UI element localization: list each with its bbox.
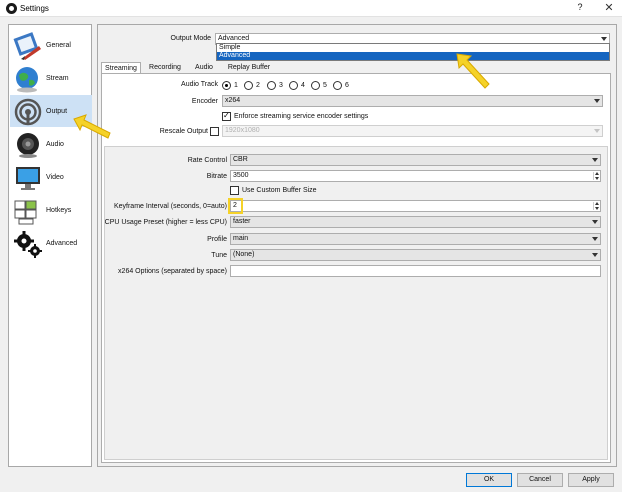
keyframe-interval-spinbox[interactable]: 2: [230, 200, 601, 212]
sidebar-item-label: Hotkeys: [46, 207, 72, 214]
sidebar-item-hotkeys[interactable]: Hotkeys: [10, 194, 92, 226]
encoder-settings-group: [104, 146, 608, 460]
encoder-value: x264: [225, 97, 241, 104]
rate-control-select[interactable]: CBR: [230, 154, 601, 166]
stream-globe-icon: [16, 67, 38, 93]
window-title: Settings: [20, 4, 49, 13]
enforce-encoder-label: Enforce streaming service encoder settin…: [234, 113, 369, 120]
audio-track-radio-3[interactable]: [267, 81, 276, 90]
gears-icon: [14, 231, 42, 258]
custom-buffer-checkbox[interactable]: [230, 186, 239, 195]
rate-control-label: Rate Control: [187, 157, 227, 164]
help-button[interactable]: ?: [574, 2, 586, 14]
sidebar-item-label: General: [46, 42, 71, 49]
bitrate-label: Bitrate: [206, 173, 227, 180]
sidebar-item-video[interactable]: Video: [10, 161, 92, 193]
sidebar-item-general[interactable]: General: [10, 29, 92, 61]
chevron-down-icon: [592, 220, 598, 224]
audio-track-label: Audio Track: [181, 81, 218, 88]
rate-control-value: CBR: [233, 156, 248, 163]
ok-button[interactable]: OK: [466, 473, 512, 487]
encoder-select[interactable]: x264: [222, 95, 603, 107]
bitrate-spinbox[interactable]: 3500: [230, 170, 601, 182]
apply-button[interactable]: Apply: [568, 473, 614, 487]
tune-label: Tune: [211, 252, 227, 259]
audio-track-label-3: 3: [279, 82, 283, 89]
sidebar-item-label: Output: [46, 108, 68, 115]
rescale-resolution-value: 1920x1080: [225, 127, 260, 134]
rescale-output-checkbox[interactable]: [210, 127, 219, 136]
audio-track-label-5: 5: [323, 82, 327, 89]
bitrate-value: 3500: [233, 172, 249, 179]
profile-select[interactable]: main: [230, 233, 601, 245]
cpu-preset-value: faster: [233, 218, 251, 225]
sidebar-item-label: Stream: [46, 75, 69, 82]
spin-arrows-icon[interactable]: [593, 202, 599, 210]
settings-sidebar: General Stream Output Audio Video Hotkey…: [8, 24, 92, 467]
profile-label: Profile: [207, 236, 227, 243]
x264-options-label: x264 Options (separated by space): [118, 268, 227, 275]
sidebar-item-label: Advanced: [46, 240, 78, 247]
chevron-down-icon: [601, 37, 607, 41]
audio-track-label-2: 2: [256, 82, 260, 89]
keyframe-highlight-box: [228, 198, 243, 214]
audio-track-label-1: 1: [234, 82, 238, 89]
chevron-down-icon: [592, 237, 598, 241]
speaker-icon: [17, 133, 39, 158]
audio-track-radio-5[interactable]: [311, 81, 320, 90]
obs-logo-icon: [6, 3, 17, 14]
rescale-resolution-select: 1920x1080: [222, 125, 603, 137]
chevron-down-icon: [594, 99, 600, 103]
close-button[interactable]: ✕: [602, 1, 616, 15]
audio-track-radio-1[interactable]: [222, 81, 231, 90]
cpu-preset-label: CPU Usage Preset (higher = less CPU): [104, 219, 227, 226]
sidebar-item-label: Video: [46, 174, 64, 181]
spin-arrows-icon[interactable]: [593, 172, 599, 180]
enforce-encoder-checkbox[interactable]: [222, 111, 231, 121]
profile-value: main: [233, 235, 249, 242]
x264-options-input[interactable]: [230, 265, 601, 277]
chevron-down-icon: [592, 158, 598, 162]
encoder-label: Encoder: [191, 98, 218, 105]
sidebar-item-label: Audio: [46, 141, 64, 148]
tune-value: (None): [233, 251, 255, 258]
cancel-button[interactable]: Cancel: [517, 473, 563, 487]
audio-track-label-4: 4: [301, 82, 305, 89]
keyframe-interval-label: Keyframe Interval (seconds, 0=auto): [113, 203, 227, 210]
output-mode-dropdown: Simple Advanced: [216, 43, 610, 61]
sidebar-item-advanced[interactable]: Advanced: [10, 227, 92, 259]
tune-select[interactable]: (None): [230, 249, 601, 261]
chevron-down-icon: [592, 253, 598, 257]
audio-track-radio-4[interactable]: [289, 81, 298, 90]
cpu-preset-select[interactable]: faster: [230, 216, 601, 228]
title-bar: Settings ? ✕: [0, 0, 622, 17]
audio-track-radio-2[interactable]: [244, 81, 253, 90]
rescale-output-label: Rescale Output: [159, 128, 208, 135]
monitor-icon: [16, 167, 40, 190]
output-mode-value: Advanced: [218, 35, 250, 42]
keyboard-icon: [14, 200, 37, 225]
output-broadcast-icon: [14, 98, 42, 126]
custom-buffer-label: Use Custom Buffer Size: [242, 187, 317, 194]
output-mode-label: Output Mode: [170, 35, 211, 42]
chevron-down-icon: [594, 129, 600, 133]
audio-track-radio-6[interactable]: [333, 81, 342, 90]
yellow-arrow-icon: [73, 114, 111, 139]
output-mode-option-advanced[interactable]: Advanced: [217, 52, 609, 60]
output-mode-option-simple[interactable]: Simple: [217, 44, 609, 52]
yellow-arrow-icon: [456, 53, 490, 89]
audio-track-label-6: 6: [345, 82, 349, 89]
sidebar-item-stream[interactable]: Stream: [10, 62, 92, 94]
general-icon: [13, 32, 41, 60]
